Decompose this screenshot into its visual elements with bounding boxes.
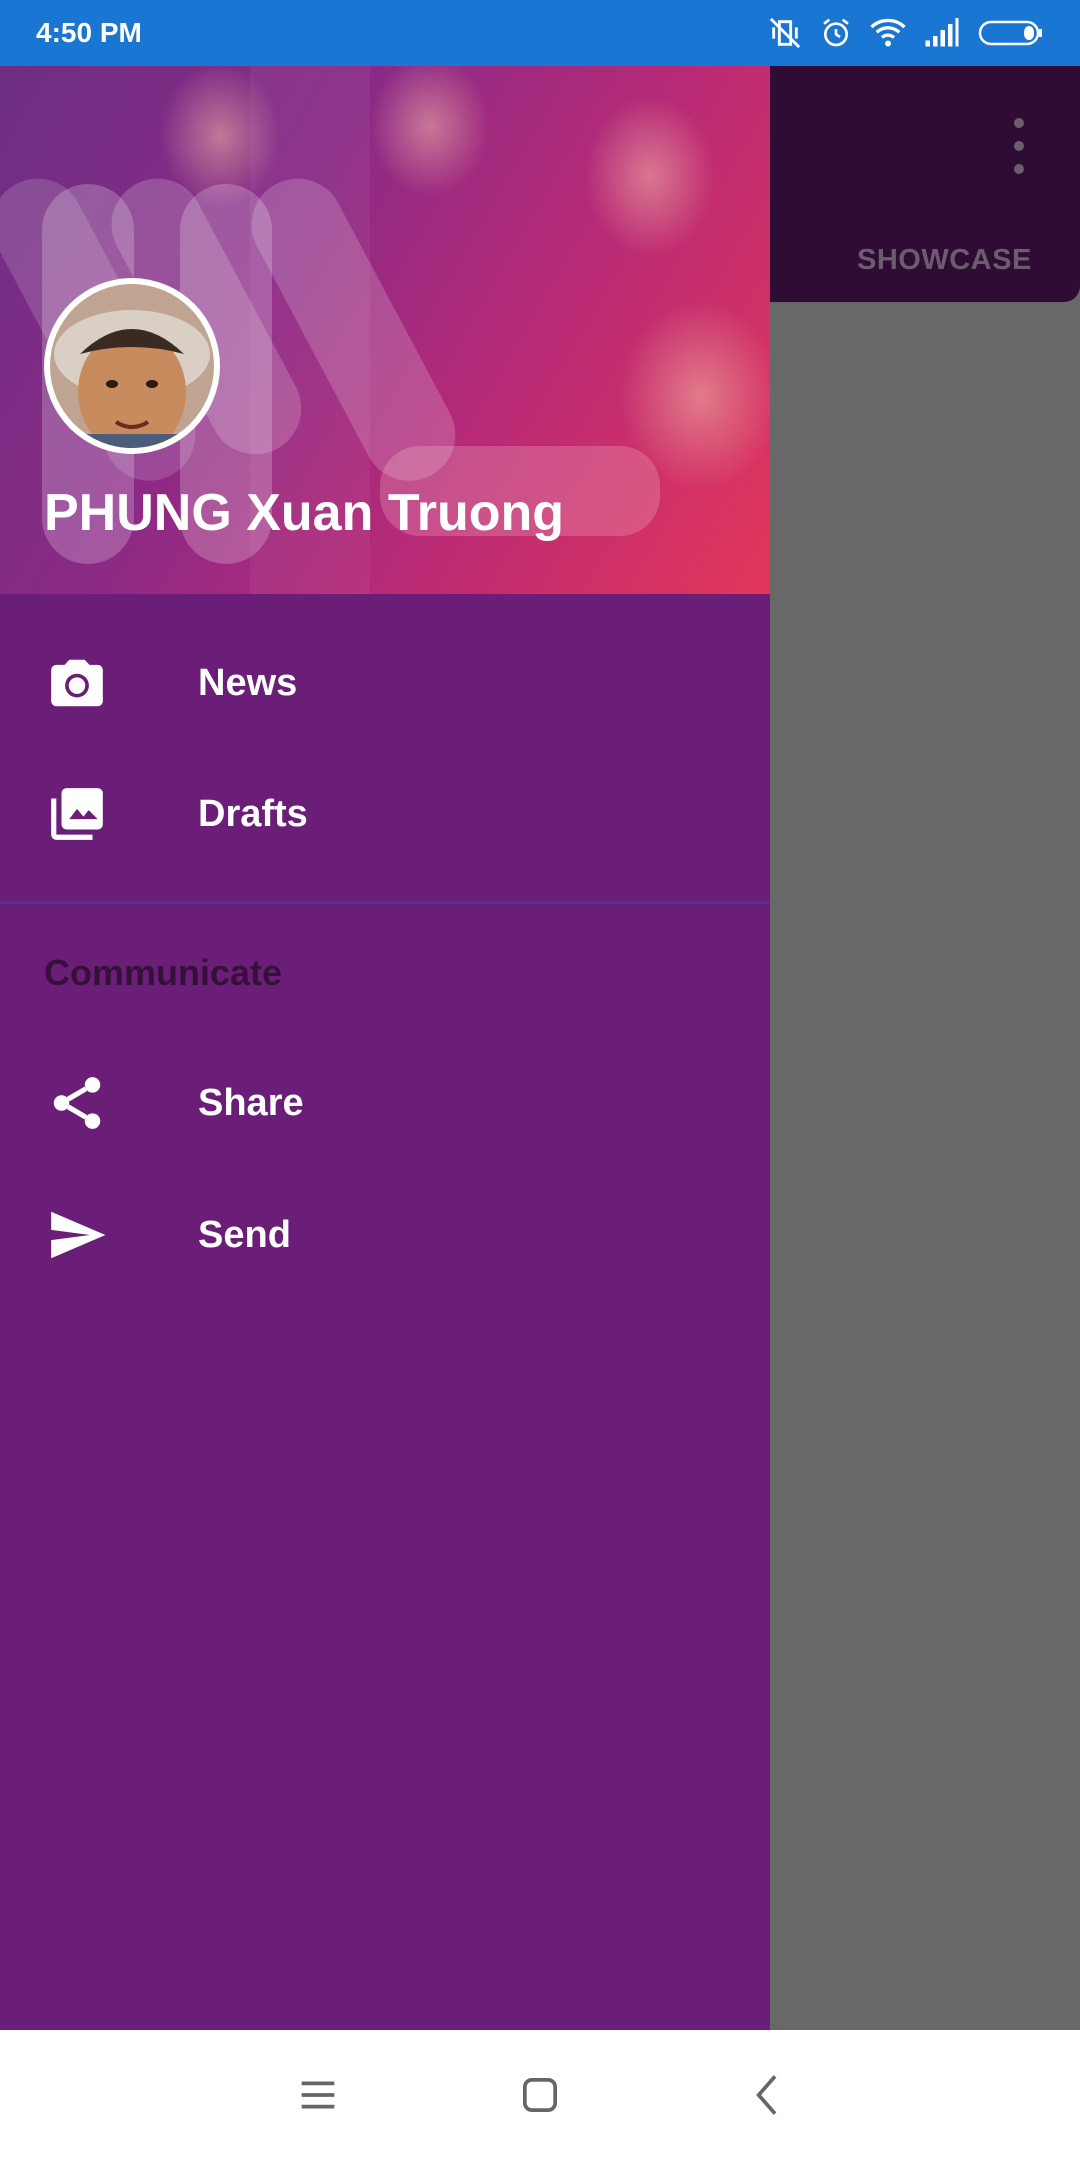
wifi-icon: [870, 17, 906, 49]
drawer-header: PHUNG Xuan Truong: [0, 66, 770, 594]
signal-icon: [924, 18, 960, 48]
section-title: Communicate: [44, 952, 283, 993]
drawer-item-label: News: [198, 661, 298, 704]
status-icons: [768, 16, 1044, 50]
vibrate-off-icon: [768, 16, 802, 50]
alarm-icon: [820, 17, 852, 49]
battery-icon: [978, 19, 1044, 47]
send-icon: [46, 1204, 108, 1266]
status-time: 4:50 PM: [36, 17, 142, 48]
overflow-menu-icon[interactable]: [1005, 118, 1033, 174]
screen: 4:50 PM SHOWCASE PHUNG Xuan Truong News …: [0, 0, 1080, 2160]
share-icon: [46, 1072, 108, 1134]
camera-icon: [46, 652, 108, 714]
user-name: PHUNG Xuan Truong: [44, 484, 564, 542]
drawer-item-label: Share: [198, 1081, 304, 1124]
back-icon[interactable]: [740, 2067, 796, 2123]
drawer-item-drafts[interactable]: Drafts: [0, 749, 770, 879]
drawer-item-label: Send: [198, 1213, 291, 1256]
drawer-item-send[interactable]: Send: [0, 1170, 770, 1300]
divider: [0, 901, 770, 904]
status-bar: 4:50 PM: [0, 0, 1080, 66]
avatar[interactable]: [44, 278, 220, 454]
photo-library-icon: [46, 783, 108, 845]
system-navigation-bar: [0, 2030, 1080, 2160]
home-icon[interactable]: [512, 2067, 568, 2123]
recents-icon[interactable]: [290, 2067, 346, 2123]
drawer-item-news[interactable]: News: [0, 618, 770, 748]
drawer-item-label: Drafts: [198, 792, 308, 835]
tab-showcase[interactable]: SHOWCASE: [857, 244, 1032, 277]
avatar-photo: [50, 284, 214, 448]
navigation-drawer: PHUNG Xuan Truong News Drafts Communicat…: [0, 66, 770, 2030]
drawer-item-share[interactable]: Share: [0, 1038, 770, 1168]
